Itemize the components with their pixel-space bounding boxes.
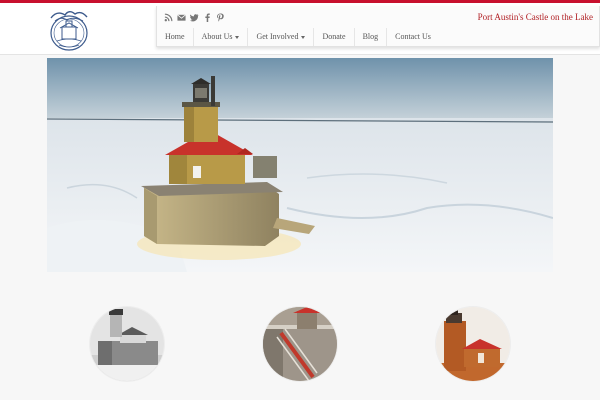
nav-item-donate[interactable]: Donate: [314, 28, 355, 46]
nav-item-home[interactable]: Home: [157, 28, 194, 46]
twitter-icon[interactable]: [189, 11, 199, 23]
social-links: [163, 11, 225, 25]
nav-item-label: About Us: [201, 32, 233, 41]
nav-item-label: Donate: [322, 32, 346, 41]
nav-item-label: Contact Us: [395, 32, 431, 41]
facebook-icon[interactable]: [202, 11, 212, 23]
site-logo[interactable]: [47, 7, 91, 53]
nav-item-blog[interactable]: Blog: [355, 28, 388, 46]
rss-icon[interactable]: [163, 11, 173, 23]
envelope-icon[interactable]: [176, 11, 186, 23]
hero-image: [47, 58, 553, 272]
thumbnail-lighthouse-restored[interactable]: [436, 307, 510, 381]
nav-item-contact-us[interactable]: Contact Us: [387, 28, 439, 46]
thumbnail-lighthouse-stairs[interactable]: [263, 307, 337, 381]
nav-item-label: Get Involved: [256, 32, 299, 41]
nav-item-get-involved[interactable]: Get Involved: [248, 28, 315, 46]
site-header: Port Austin's Castle on the Lake Home Ab…: [0, 3, 600, 55]
caret-down-icon: [301, 35, 306, 39]
nav-item-label: Home: [165, 32, 185, 41]
nav-item-about-us[interactable]: About Us: [194, 28, 249, 46]
main-menu: Home About Us Get Involved Donate Blog C…: [157, 28, 439, 46]
nav-item-label: Blog: [362, 32, 379, 41]
navigation-panel: Port Austin's Castle on the Lake Home Ab…: [156, 6, 600, 47]
caret-down-icon: [235, 35, 240, 39]
pinterest-icon[interactable]: [215, 11, 225, 23]
site-title[interactable]: Port Austin's Castle on the Lake: [478, 12, 593, 22]
thumbnail-lighthouse-historic[interactable]: [90, 307, 164, 381]
